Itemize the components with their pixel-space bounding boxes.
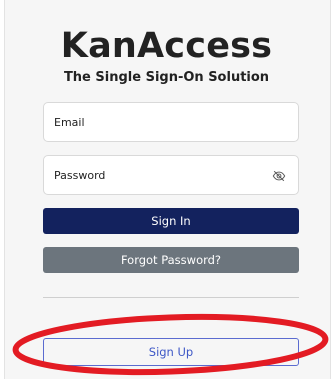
- eye-slash-icon[interactable]: [272, 169, 286, 183]
- divider: [43, 297, 299, 298]
- brand-title: KanAccess: [60, 26, 273, 66]
- sign-in-button[interactable]: Sign In: [43, 208, 299, 234]
- password-input[interactable]: [54, 156, 264, 194]
- brand-tagline: The Single Sign-On Solution: [63, 70, 270, 85]
- password-field-container: [43, 155, 299, 195]
- forgot-password-button[interactable]: Forgot Password?: [43, 247, 299, 273]
- sign-up-button[interactable]: Sign Up: [43, 338, 299, 366]
- email-field-container: [43, 102, 299, 142]
- email-input[interactable]: [54, 103, 264, 141]
